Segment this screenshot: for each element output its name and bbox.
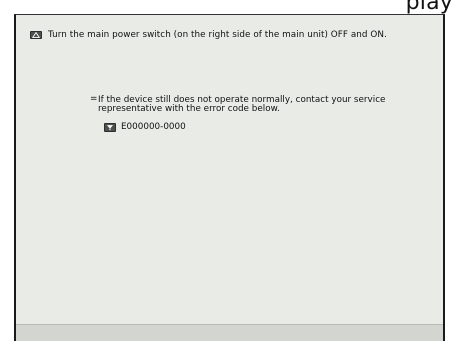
top-header-strip: play [0, 0, 457, 15]
note-bullet: = [90, 94, 98, 104]
service-note: = If the device still does not operate n… [90, 94, 390, 114]
warning-icon [30, 31, 42, 39]
main-instruction: Turn the main power switch (on the right… [30, 30, 387, 40]
bottom-status-strip [16, 324, 443, 341]
display-screen-page: play Turn the main power switch (on the … [0, 0, 457, 342]
main-instruction-text: Turn the main power switch (on the right… [48, 30, 387, 40]
error-code: E000000-0000 [121, 122, 186, 132]
device-display-panel: Turn the main power switch (on the right… [14, 14, 445, 341]
error-code-row: E000000-0000 [104, 122, 186, 132]
page-title: play [405, 0, 453, 15]
service-note-text: If the device still does not operate nor… [98, 95, 386, 114]
service-icon [104, 122, 116, 132]
